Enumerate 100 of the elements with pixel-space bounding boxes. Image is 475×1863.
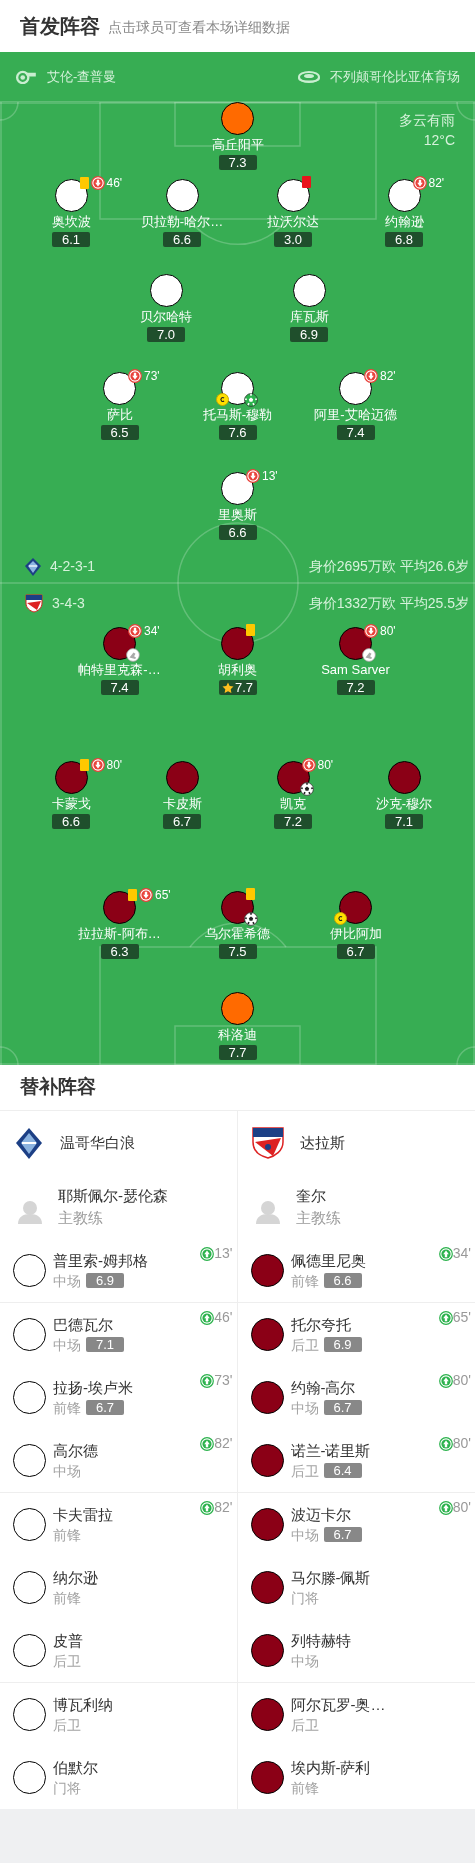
sub-in-icon bbox=[438, 1373, 453, 1388]
rating-badge: 6.6 bbox=[323, 1273, 362, 1288]
rating-badge: 7.0 bbox=[147, 327, 185, 342]
sub-minute: 46' bbox=[106, 176, 123, 190]
rating-badge: 6.7 bbox=[323, 1400, 362, 1415]
formation-text: 3-4-3 bbox=[52, 594, 85, 613]
card-icon bbox=[246, 624, 255, 636]
player-avatar[interactable] bbox=[250, 1634, 284, 1667]
player-avatar[interactable] bbox=[292, 274, 326, 307]
ball-icon bbox=[244, 912, 258, 926]
player-name: 帕特里克森-… bbox=[78, 661, 161, 679]
player-name: 托马斯-穆勒 bbox=[202, 406, 273, 424]
player-avatar[interactable] bbox=[103, 372, 136, 405]
sub-minute: 82' bbox=[428, 176, 445, 190]
player-avatar[interactable] bbox=[221, 472, 254, 505]
stadium-name: 不列颠哥伦比亚体育场 bbox=[330, 67, 460, 86]
player-avatar[interactable] bbox=[221, 992, 254, 1025]
player-avatar[interactable] bbox=[250, 1254, 284, 1287]
player-avatar[interactable] bbox=[54, 179, 88, 212]
player-name: 佩德里尼奥 bbox=[290, 1250, 366, 1271]
player-avatar[interactable] bbox=[13, 1318, 46, 1351]
sub-off-icon bbox=[412, 176, 427, 190]
sub-off-icon bbox=[364, 624, 378, 638]
sub-minute: 73' bbox=[144, 369, 160, 383]
sub-minute: 13' bbox=[214, 1244, 233, 1263]
rating-badge: 6.5 bbox=[100, 425, 139, 440]
player-avatar[interactable] bbox=[13, 1508, 46, 1541]
player-avatar[interactable] bbox=[221, 627, 254, 660]
player-avatar[interactable] bbox=[13, 1444, 46, 1477]
rating-badge: 7.2 bbox=[274, 814, 312, 829]
card-icon bbox=[79, 177, 89, 189]
player-name: 托尔夸托 bbox=[290, 1314, 352, 1335]
player-name: 伊比阿加 bbox=[329, 925, 382, 943]
player-position: 后卫 bbox=[290, 1715, 319, 1735]
player-avatar[interactable] bbox=[250, 1381, 284, 1414]
captain-icon bbox=[216, 393, 229, 406]
sub-in-icon bbox=[200, 1246, 215, 1261]
player-avatar[interactable] bbox=[387, 761, 421, 794]
player-name: 高丘阳平 bbox=[211, 136, 264, 154]
rating-badge: 7.6 bbox=[218, 425, 257, 440]
rating-badge: 7.2 bbox=[336, 680, 375, 695]
player-avatar[interactable] bbox=[13, 1698, 46, 1731]
rating-badge: 7.4 bbox=[336, 425, 375, 440]
sub-minute: 34' bbox=[144, 624, 160, 638]
sub-in-icon bbox=[438, 1310, 453, 1325]
player-avatar[interactable] bbox=[250, 1444, 284, 1477]
person-silhouette-icon bbox=[18, 1200, 42, 1224]
player-avatar[interactable] bbox=[13, 1571, 46, 1604]
card-icon bbox=[128, 889, 137, 901]
player-avatar[interactable] bbox=[387, 179, 421, 212]
player-name: 萨比 bbox=[106, 406, 133, 424]
player-position: 前锋 bbox=[290, 1778, 319, 1798]
rating-badge: 6.1 bbox=[52, 232, 90, 247]
player-avatar[interactable] bbox=[13, 1761, 46, 1794]
sub-off-icon bbox=[90, 176, 105, 190]
player-name: 奥坎波 bbox=[51, 213, 91, 231]
player-avatar[interactable] bbox=[339, 891, 372, 924]
player-avatar[interactable] bbox=[149, 274, 183, 307]
rating-badge: 6.9 bbox=[86, 1273, 124, 1288]
player-name: 拉沃尔达 bbox=[267, 213, 319, 231]
card-icon bbox=[246, 888, 255, 900]
rating-badge: 7.1 bbox=[86, 1337, 124, 1352]
player-position: 门将 bbox=[290, 1588, 319, 1608]
rating-badge: 6.6 bbox=[163, 232, 201, 247]
player-avatar[interactable] bbox=[221, 102, 254, 135]
player-name: 沙克-穆尔 bbox=[375, 795, 433, 813]
player-avatar[interactable] bbox=[165, 761, 199, 794]
sub-off-icon bbox=[128, 624, 142, 638]
player-position: 中场 bbox=[53, 1271, 81, 1291]
player-name: 波迈卡尔 bbox=[290, 1504, 352, 1525]
player-avatar[interactable] bbox=[276, 179, 310, 212]
rating-badge: 7.3 bbox=[218, 155, 257, 170]
player-avatar[interactable] bbox=[339, 372, 372, 405]
player-name: 贝尔哈特 bbox=[140, 308, 192, 326]
player-avatar[interactable] bbox=[250, 1761, 284, 1794]
player-avatar[interactable] bbox=[54, 761, 88, 794]
ball-icon bbox=[299, 782, 314, 796]
card-icon bbox=[301, 176, 311, 188]
player-name: 埃内斯-萨利 bbox=[290, 1757, 371, 1778]
player-avatar[interactable] bbox=[250, 1698, 284, 1731]
player-avatar[interactable] bbox=[250, 1508, 284, 1541]
player-name: 皮普 bbox=[53, 1630, 83, 1651]
player-position: 中场 bbox=[53, 1335, 81, 1355]
rating-badge: 7.4 bbox=[100, 680, 139, 695]
section-title: 首发阵容 bbox=[20, 14, 100, 39]
temperature-text: 12°C bbox=[423, 131, 455, 150]
sub-minute: 34' bbox=[452, 1244, 471, 1263]
player-name: 阿尔瓦罗-奥… bbox=[290, 1694, 386, 1715]
player-avatar[interactable] bbox=[13, 1634, 46, 1667]
player-avatar[interactable] bbox=[250, 1571, 284, 1604]
player-name: 马尔滕-佩斯 bbox=[290, 1567, 371, 1588]
player-avatar[interactable] bbox=[165, 179, 199, 212]
player-avatar[interactable] bbox=[13, 1381, 46, 1414]
player-avatar[interactable] bbox=[103, 891, 136, 924]
player-avatar[interactable] bbox=[250, 1318, 284, 1351]
squad-value-text: 身价1332万欧 平均25.5岁 bbox=[308, 594, 469, 613]
player-position: 前锋 bbox=[53, 1525, 81, 1545]
player-avatar[interactable] bbox=[13, 1254, 46, 1287]
player-position: 后卫 bbox=[53, 1651, 81, 1671]
weather-text: 多云有雨 bbox=[399, 111, 455, 130]
